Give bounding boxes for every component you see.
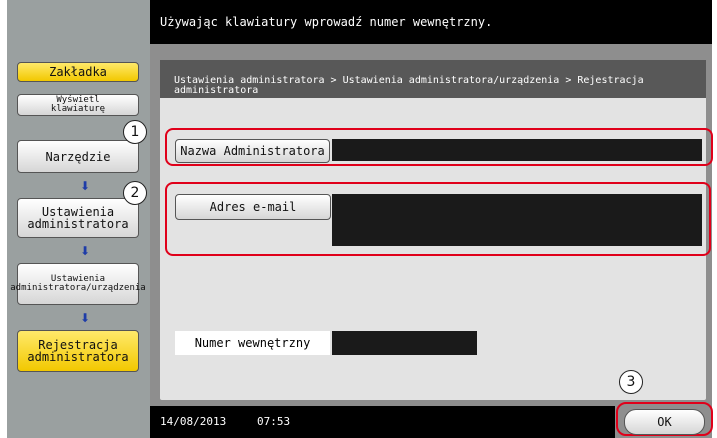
- instruction-bar: Używając klawiatury wprowadź numer wewnę…: [150, 0, 712, 44]
- arrow-down-icon: ⬇: [80, 244, 91, 258]
- show-keyboard-button[interactable]: Wyświetl klawiaturę: [17, 94, 139, 116]
- sidebar-item-admin-settings[interactable]: Ustawienia administratora: [17, 198, 139, 238]
- status-bar: 14/08/2013 07:53: [150, 406, 615, 438]
- callout-number-1: 1: [123, 120, 147, 144]
- ok-button[interactable]: OK: [624, 409, 705, 435]
- sidebar-item-device-settings[interactable]: Ustawienia administratora/urządzenia: [10, 263, 146, 305]
- extension-field[interactable]: [332, 331, 477, 355]
- instruction-text: Używając klawiatury wprowadź numer wewnę…: [160, 15, 493, 29]
- sidebar-item-tools[interactable]: Narzędzie: [17, 140, 139, 173]
- callout-number-3: 3: [619, 370, 643, 394]
- sidebar-item-admin-registration[interactable]: Rejestracja administratora: [17, 330, 139, 372]
- status-time: 07:53: [257, 415, 291, 428]
- callout-number-2: 2: [123, 181, 147, 205]
- arrow-down-icon: ⬇: [80, 179, 91, 193]
- email-field[interactable]: [332, 194, 702, 246]
- email-button[interactable]: Adres e-mail: [175, 194, 331, 220]
- admin-name-button[interactable]: Nazwa Administratora: [175, 139, 330, 163]
- breadcrumb: Ustawienia administratora > Ustawienia a…: [160, 60, 706, 98]
- status-date: 14/08/2013: [160, 415, 227, 428]
- extension-label: Numer wewnętrzny: [175, 331, 330, 355]
- admin-name-field[interactable]: [332, 139, 702, 161]
- arrow-down-icon: ⬇: [80, 311, 91, 325]
- bookmark-button[interactable]: Zakładka: [17, 62, 139, 82]
